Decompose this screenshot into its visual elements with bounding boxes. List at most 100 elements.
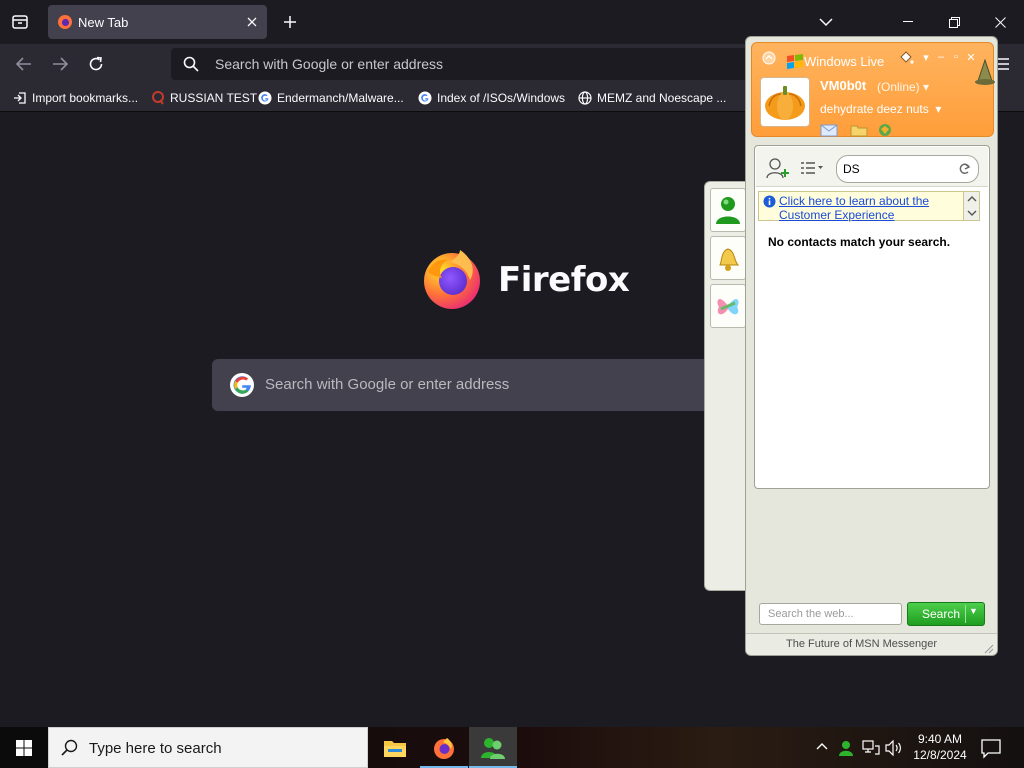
contact-person-icon — [716, 197, 740, 224]
banner-scrollbar[interactable] — [963, 192, 979, 220]
address-input[interactable] — [215, 48, 745, 80]
msn-messenger-window: Windows Live ▾ – ▫ ✕ VM0b0t (Online) ▾ d… — [745, 36, 998, 656]
menu-orb-icon[interactable] — [762, 51, 776, 65]
folder-icon[interactable] — [850, 123, 868, 137]
bookmark-label: RUSSIAN TEST — [170, 91, 258, 105]
contact-search-input[interactable] — [843, 159, 953, 179]
clear-search-icon[interactable] — [958, 162, 972, 176]
msn-footer: The Future of MSN Messenger — [746, 633, 997, 655]
taskbar-file-explorer[interactable] — [371, 727, 419, 768]
favicon-icon — [150, 90, 166, 106]
list-view-icon — [801, 162, 823, 174]
contacts-tab[interactable] — [710, 188, 746, 232]
msn-display-name[interactable]: VM0b0t — [820, 78, 866, 93]
customer-experience-link[interactable]: Click here to learn about the Customer E… — [779, 194, 964, 222]
bookmark-import[interactable]: Import bookmarks... — [12, 89, 138, 107]
list-options-button[interactable] — [798, 157, 826, 179]
info-icon — [763, 195, 776, 208]
customer-experience-banner: Click here to learn about the Customer E… — [758, 191, 980, 222]
paint-bucket-icon[interactable] — [898, 51, 914, 65]
web-search-button[interactable]: Search ▼ — [907, 602, 985, 626]
taskbar-search-text: Type here to search — [89, 740, 222, 757]
witch-hat-icon — [975, 59, 995, 85]
msn-title: Windows Live — [804, 54, 885, 69]
contact-list-toolbar — [756, 147, 988, 187]
taskbar-firefox[interactable] — [420, 727, 468, 768]
entertainment-tab[interactable] — [710, 284, 746, 328]
pumpkin-icon — [765, 86, 805, 120]
msn-menu-caret[interactable]: ▾ — [920, 51, 932, 65]
bell-icon — [719, 248, 740, 271]
new-tab-button[interactable] — [278, 10, 302, 34]
google-icon — [257, 90, 273, 106]
search-icon — [183, 56, 199, 72]
web-search-box[interactable] — [759, 603, 902, 625]
tray-network[interactable] — [861, 738, 881, 758]
clock-date: 12/8/2024 — [913, 748, 967, 762]
reload-button[interactable] — [84, 52, 108, 76]
close-icon — [994, 16, 1006, 28]
tab-close-button[interactable] — [244, 14, 260, 30]
volume-icon — [885, 740, 901, 756]
minimize-button[interactable] — [886, 6, 930, 38]
firefox-favicon-icon — [58, 15, 72, 29]
import-icon — [12, 90, 28, 106]
msn-footer-text: The Future of MSN Messenger — [786, 638, 938, 650]
tab-new-tab[interactable]: New Tab — [48, 5, 267, 39]
taskbar-clock[interactable]: 9:40 AM 12/8/2024 — [910, 731, 970, 763]
msn-tray-icon — [839, 741, 853, 756]
spaces-icon[interactable] — [876, 123, 894, 137]
firefox-logo-icon — [424, 250, 480, 309]
newtab-search-box[interactable]: Search with Google or enter address — [212, 359, 712, 411]
address-bar[interactable] — [171, 48, 761, 80]
tab-title: New Tab — [78, 15, 129, 30]
window-close-button[interactable] — [978, 6, 1022, 38]
newtab-search-placeholder: Search with Google or enter address — [265, 376, 510, 393]
msn-status-text: (Online) — [877, 80, 920, 94]
msn-side-tabs — [704, 181, 749, 591]
bookmark-endermanch[interactable]: Endermanch/Malware... — [257, 89, 404, 107]
firefox-view-button[interactable] — [8, 10, 32, 34]
msn-maximize-button[interactable]: ▫ — [950, 51, 962, 65]
avatar[interactable] — [760, 77, 810, 127]
windows-logo-icon — [16, 739, 32, 756]
file-explorer-icon — [384, 740, 406, 757]
taskbar-msn-messenger[interactable] — [469, 727, 517, 768]
forward-button[interactable] — [48, 52, 72, 76]
msn-personal-message-text: dehydrate deez nuts — [820, 102, 929, 116]
msn-minimize-button[interactable]: – — [935, 51, 947, 65]
contact-search-box[interactable] — [836, 155, 979, 183]
show-hidden-icons-icon[interactable] — [814, 739, 830, 755]
firefox-view-icon — [12, 15, 28, 29]
bookmark-isos-windows[interactable]: Index of /ISOs/Windows — [417, 89, 565, 107]
search-options-caret[interactable]: ▼ — [969, 606, 981, 622]
google-icon — [230, 373, 254, 397]
back-button[interactable] — [12, 52, 36, 76]
msn-status[interactable]: (Online) ▾ — [877, 80, 929, 94]
list-all-tabs-button[interactable] — [814, 10, 838, 34]
web-search-input[interactable] — [760, 604, 901, 624]
windows-flag-icon — [787, 54, 803, 69]
network-icon — [862, 740, 880, 755]
action-center-icon[interactable] — [980, 737, 1002, 759]
web-search-button-label: Search — [922, 607, 961, 621]
close-icon — [247, 17, 257, 27]
search-icon — [61, 739, 78, 756]
bookmark-russian-test[interactable]: RUSSIAN TEST — [150, 89, 257, 107]
google-icon — [417, 90, 433, 106]
msn-personal-message[interactable]: dehydrate deez nuts ▾ — [820, 102, 941, 116]
taskbar-search-box[interactable]: Type here to search — [48, 727, 368, 768]
tray-msn[interactable] — [836, 738, 856, 758]
arrow-right-icon — [53, 57, 68, 71]
mail-icon[interactable] — [820, 123, 838, 137]
tray-volume[interactable] — [884, 738, 904, 758]
resize-grip-icon[interactable] — [982, 642, 994, 654]
restore-button[interactable] — [932, 6, 976, 38]
button-separator — [965, 605, 966, 623]
no-contacts-message: No contacts match your search. — [768, 235, 951, 249]
chevron-down-icon — [819, 18, 833, 27]
alerts-tab[interactable] — [710, 236, 746, 280]
start-button[interactable] — [0, 727, 48, 768]
add-contact-button[interactable] — [764, 157, 792, 179]
bookmark-memz[interactable]: MEMZ and Noescape ... — [577, 89, 726, 107]
